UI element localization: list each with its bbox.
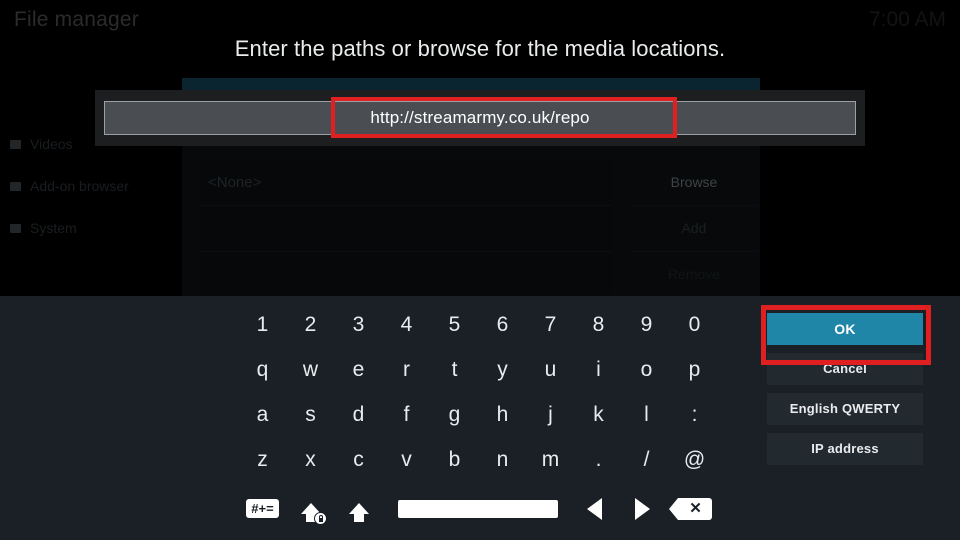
sidebar-item-label: Videos — [30, 136, 73, 152]
clock: 7:00 AM — [868, 8, 946, 31]
key-i[interactable]: i — [576, 348, 621, 391]
key-colon[interactable]: : — [672, 393, 717, 436]
key-j[interactable]: j — [528, 393, 573, 436]
key-2[interactable]: 2 — [288, 303, 333, 346]
key-a[interactable]: a — [240, 393, 285, 436]
ok-button[interactable]: OK — [767, 313, 923, 345]
addon-icon — [10, 181, 21, 191]
ip-address-button[interactable]: IP address — [767, 433, 923, 465]
cursor-right-icon — [635, 497, 650, 520]
sidebar-item-system[interactable]: System — [10, 209, 190, 247]
gear-icon — [10, 223, 21, 233]
key-8[interactable]: 8 — [576, 303, 621, 346]
key-w[interactable]: w — [288, 348, 333, 391]
window-title: File manager — [14, 8, 139, 31]
key-u[interactable]: u — [528, 348, 573, 391]
keyboard-action-buttons: OK Cancel English QWERTY IP address — [767, 313, 923, 473]
key-r[interactable]: r — [384, 348, 429, 391]
symbols-key[interactable]: #+= — [240, 487, 285, 530]
dialog-buttons: Browse Add Remove — [630, 160, 758, 298]
url-input-value: http://streamarmy.co.uk/repo — [370, 108, 590, 127]
cursor-left-key[interactable] — [572, 487, 617, 530]
key-7[interactable]: 7 — [528, 303, 573, 346]
add-button[interactable]: Add — [630, 206, 758, 252]
lock-icon — [313, 511, 327, 525]
key-l[interactable]: l — [624, 393, 669, 436]
cursor-right-key[interactable] — [620, 487, 665, 530]
url-input[interactable]: http://streamarmy.co.uk/repo — [104, 101, 856, 135]
key-k[interactable]: k — [576, 393, 621, 436]
key-e[interactable]: e — [336, 348, 381, 391]
key-c[interactable]: c — [336, 438, 381, 481]
shift-icon — [348, 503, 369, 522]
key-m[interactable]: m — [528, 438, 573, 481]
sidebar-item-add-on-browser[interactable]: Add-on browser — [10, 167, 190, 205]
source-path-list: <None> — [200, 160, 612, 298]
backspace-key[interactable]: ✕ — [668, 487, 713, 530]
remove-button[interactable]: Remove — [630, 252, 758, 298]
key-d[interactable]: d — [336, 393, 381, 436]
caps-lock-key[interactable] — [288, 487, 333, 530]
key-6[interactable]: 6 — [480, 303, 525, 346]
key-0[interactable]: 0 — [672, 303, 717, 346]
key-3[interactable]: 3 — [336, 303, 381, 346]
folder-icon — [10, 139, 21, 149]
key-b[interactable]: b — [432, 438, 477, 481]
keyboard-grid: 1 2 3 4 5 6 7 8 9 0 q w e r t y u i o p … — [240, 302, 720, 531]
sidebar-item-label: Add-on browser — [30, 178, 129, 194]
key-t[interactable]: t — [432, 348, 477, 391]
key-y[interactable]: y — [480, 348, 525, 391]
spacebar-key[interactable] — [398, 499, 558, 518]
cursor-left-icon — [587, 497, 602, 520]
backspace-icon: ✕ — [668, 497, 712, 520]
key-period[interactable]: . — [576, 438, 621, 481]
shift-key[interactable] — [336, 487, 381, 530]
key-x[interactable]: x — [288, 438, 333, 481]
keyboard-row-qwerty: q w e r t y u i o p — [240, 347, 720, 392]
key-p[interactable]: p — [672, 348, 717, 391]
key-z[interactable]: z — [240, 438, 285, 481]
symbols-label: #+= — [246, 499, 279, 518]
key-1[interactable]: 1 — [240, 303, 285, 346]
backspace-glyph: ✕ — [689, 500, 702, 517]
key-s[interactable]: s — [288, 393, 333, 436]
cancel-button[interactable]: Cancel — [767, 353, 923, 385]
keyboard-row-zxcv: z x c v b n m . / @ — [240, 437, 720, 482]
key-at[interactable]: @ — [672, 438, 717, 481]
key-5[interactable]: 5 — [432, 303, 477, 346]
key-f[interactable]: f — [384, 393, 429, 436]
key-h[interactable]: h — [480, 393, 525, 436]
key-n[interactable]: n — [480, 438, 525, 481]
sidebar-item-label: System — [30, 220, 77, 236]
prompt-text: Enter the paths or browse for the media … — [234, 36, 726, 61]
list-item[interactable] — [200, 206, 612, 252]
list-item[interactable]: <None> — [200, 160, 612, 206]
browse-button[interactable]: Browse — [630, 160, 758, 206]
caps-lock-icon — [298, 495, 327, 525]
key-9[interactable]: 9 — [624, 303, 669, 346]
key-slash[interactable]: / — [624, 438, 669, 481]
key-4[interactable]: 4 — [384, 303, 429, 346]
keyboard-row-special: #+= ✕ — [240, 486, 720, 531]
list-item[interactable] — [200, 252, 612, 298]
keyboard-row-numbers: 1 2 3 4 5 6 7 8 9 0 — [240, 302, 720, 347]
keyboard-row-asdf: a s d f g h j k l : — [240, 392, 720, 437]
key-v[interactable]: v — [384, 438, 429, 481]
key-g[interactable]: g — [432, 393, 477, 436]
text-entry-bar: http://streamarmy.co.uk/repo — [95, 90, 865, 146]
key-o[interactable]: o — [624, 348, 669, 391]
key-q[interactable]: q — [240, 348, 285, 391]
layout-button[interactable]: English QWERTY — [767, 393, 923, 425]
